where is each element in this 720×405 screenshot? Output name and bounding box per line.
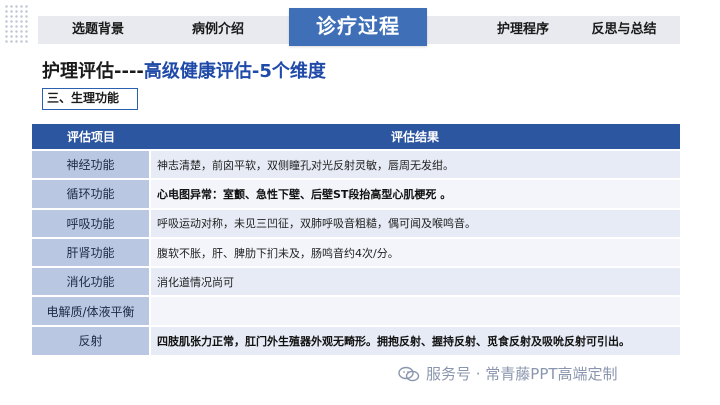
table-row: 电解质/体液平衡	[32, 295, 680, 326]
header-result: 评估结果	[150, 124, 680, 150]
watermark: 服务号 · 常青藤PPT高端定制	[398, 363, 618, 384]
row-result: 消化道情况尚可	[150, 266, 680, 297]
table-row: 反射 四肢肌张力正常，肛门外生殖器外观无畸形。拥抱反射、握持反射、觅食反射及吸吮…	[32, 324, 680, 356]
nav-item-background[interactable]: 选题背景	[48, 16, 148, 44]
page-title: 护理评估----高级健康评估-5个维度	[42, 57, 326, 83]
dot-pattern-decoration	[4, 4, 28, 44]
row-item: 肝肾功能	[32, 236, 151, 268]
table-header-row: 评估项目 评估结果	[32, 124, 680, 150]
row-result: 心电图异常：室颤、急性下壁、后壁ST段抬高型心肌梗死 。	[150, 178, 680, 209]
row-result: 呼吸运动对称，未见三凹征，双肺呼吸音粗糙，偶可闻及喉鸣音。	[150, 207, 680, 238]
row-item: 反射	[32, 324, 151, 356]
row-result	[150, 295, 680, 326]
table-row: 肝肾功能 腹软不胀，肝、脾肋下扪未及，肠鸣音约4次/分。	[32, 236, 680, 268]
nav-item-reflection[interactable]: 反思与总结	[574, 16, 674, 44]
table-row: 呼吸功能 呼吸运动对称，未见三凹征，双肺呼吸音粗糙，偶可闻及喉鸣音。	[32, 207, 680, 238]
row-item: 消化功能	[32, 266, 151, 297]
row-item: 神经功能	[32, 148, 151, 180]
row-item: 循环功能	[32, 178, 151, 209]
header-item: 评估项目	[32, 124, 150, 150]
table-row: 循环功能 心电图异常：室颤、急性下壁、后壁ST段抬高型心肌梗死 。	[32, 178, 680, 209]
table-row: 神经功能 神志清楚，前囟平软，双侧瞳孔对光反射灵敏，唇周无发绀。	[32, 148, 680, 180]
row-result: 四肢肌张力正常，肛门外生殖器外观无畸形。拥抱反射、握持反射、觅食反射及吸吮反射可…	[150, 324, 680, 356]
watermark-text: 服务号 · 常青藤PPT高端定制	[426, 365, 618, 383]
title-highlight: 高级健康评估-5个维度	[143, 61, 326, 82]
table-row: 消化功能 消化道情况尚可	[32, 266, 680, 297]
row-item: 呼吸功能	[32, 207, 151, 238]
section-label: 三、生理功能	[42, 88, 138, 110]
nav-item-case[interactable]: 病例介绍	[168, 16, 268, 44]
wechat-icon	[398, 366, 420, 382]
title-prefix: 护理评估----	[42, 61, 144, 82]
row-result: 神志清楚，前囟平软，双侧瞳孔对光反射灵敏，唇周无发绀。	[150, 148, 680, 180]
assessment-table: 评估项目 评估结果 神经功能 神志清楚，前囟平软，双侧瞳孔对光反射灵敏，唇周无发…	[32, 124, 680, 356]
row-item: 电解质/体液平衡	[32, 295, 151, 326]
nav-item-diagnosis-active[interactable]: 诊疗过程	[289, 8, 427, 46]
row-result: 腹软不胀，肝、脾肋下扪未及，肠鸣音约4次/分。	[150, 236, 680, 268]
nav-item-nursing[interactable]: 护理程序	[468, 16, 578, 44]
